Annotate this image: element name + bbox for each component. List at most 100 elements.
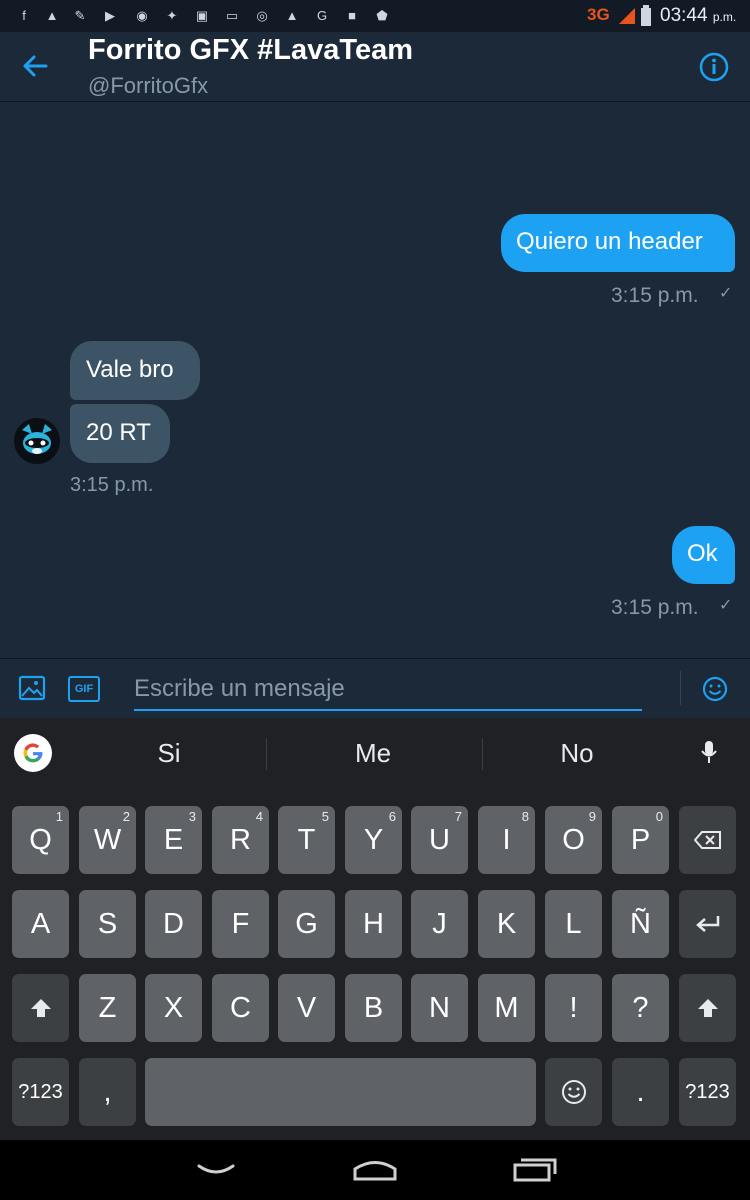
key-e[interactable]: E3	[145, 806, 202, 874]
backspace-key[interactable]	[679, 806, 736, 874]
key-z[interactable]: Z	[79, 974, 136, 1042]
avatar[interactable]	[14, 418, 60, 464]
key-hint: 3	[188, 809, 196, 824]
key-v[interactable]: V	[278, 974, 335, 1042]
key-s[interactable]: S	[79, 890, 136, 958]
key-i[interactable]: I8	[478, 806, 535, 874]
key-c[interactable]: C	[212, 974, 269, 1042]
recents-nav-icon[interactable]	[512, 1156, 558, 1182]
period-key[interactable]: .	[612, 1058, 669, 1126]
warning-icon: ▲	[45, 8, 59, 23]
suggestion-divider	[266, 738, 267, 770]
backspace-icon	[693, 831, 721, 849]
message-input[interactable]	[134, 669, 642, 711]
suggestion-item[interactable]: Me	[313, 738, 433, 769]
google-logo-icon[interactable]	[14, 734, 52, 772]
key-label: R	[230, 823, 251, 856]
key-hint: 7	[454, 809, 462, 824]
back-nav-icon[interactable]	[196, 1162, 236, 1178]
shift-key[interactable]	[12, 974, 69, 1042]
clock: 03:44 p.m.	[660, 5, 736, 27]
conversation-title: Forrito GFX #LavaTeam	[88, 34, 413, 66]
comma-key[interactable]: ,	[79, 1058, 136, 1126]
message-text: Quiero un header	[516, 228, 703, 255]
image-upload-icon[interactable]	[18, 675, 46, 701]
key-q[interactable]: Q1	[12, 806, 69, 874]
key-x[interactable]: X	[145, 974, 202, 1042]
key-exclamation[interactable]: !	[545, 974, 602, 1042]
key-hint: 8	[521, 809, 529, 824]
key-w[interactable]: W2	[79, 806, 136, 874]
conversation-handle: @ForritoGfx	[88, 73, 209, 98]
message-bubble-outgoing[interactable]: Quiero un header	[501, 214, 735, 272]
symbols-key[interactable]: ?123	[679, 1058, 736, 1126]
instagram-icon: ◎	[256, 8, 268, 23]
key-d[interactable]: D	[145, 890, 202, 958]
suggestion-item[interactable]: No	[517, 738, 637, 769]
emoji-icon[interactable]	[702, 676, 728, 702]
raccoon-avatar-icon	[22, 424, 52, 454]
key-label: O	[562, 823, 585, 856]
key-j[interactable]: J	[411, 890, 468, 958]
key-a[interactable]: A	[12, 890, 69, 958]
facebook-icon: f	[22, 8, 26, 23]
clock-time: 03:44	[660, 5, 708, 26]
key-l[interactable]: L	[545, 890, 602, 958]
gamepad-icon: ◉	[136, 8, 148, 23]
key-p[interactable]: P0	[612, 806, 669, 874]
info-icon[interactable]	[699, 52, 729, 82]
key-hint: 2	[122, 809, 130, 824]
shift-icon	[697, 999, 718, 1017]
key-k[interactable]: K	[478, 890, 535, 958]
suggestion-divider	[482, 738, 483, 770]
key-r[interactable]: R4	[212, 806, 269, 874]
message-text: Ok	[687, 540, 718, 567]
key-label: P	[630, 823, 651, 856]
message-text: Vale bro	[86, 356, 174, 383]
youtube-icon: ▶	[105, 8, 115, 23]
message-composer: GIF	[0, 658, 750, 719]
message-timestamp: 3:15 p.m.	[611, 596, 699, 619]
gif-button[interactable]: GIF	[68, 676, 100, 702]
key-b[interactable]: B	[345, 974, 402, 1042]
key-hint: 5	[321, 809, 329, 824]
sent-check-icon: ✓	[719, 285, 733, 302]
key-question[interactable]: ?	[612, 974, 669, 1042]
key-h[interactable]: H	[345, 890, 402, 958]
message-timestamp: 3:15 p.m.	[70, 474, 154, 496]
message-bubble-incoming[interactable]: 20 RT	[70, 404, 170, 463]
key-n[interactable]: N	[411, 974, 468, 1042]
message-bubble-outgoing[interactable]: Ok	[672, 526, 735, 584]
sent-check-icon: ✓	[719, 597, 733, 614]
microphone-icon[interactable]	[700, 740, 718, 766]
enter-key[interactable]	[679, 890, 736, 958]
key-u[interactable]: U7	[411, 806, 468, 874]
message-bubble-incoming[interactable]: Vale bro	[70, 341, 200, 400]
key-label: W	[93, 823, 122, 856]
key-g[interactable]: G	[278, 890, 335, 958]
message-text: 20 RT	[86, 419, 151, 446]
key-label: E	[163, 823, 184, 856]
lock-icon: ■	[348, 8, 356, 23]
network-indicator: 3G	[587, 5, 610, 24]
emoji-key[interactable]	[545, 1058, 602, 1126]
shift-key[interactable]	[679, 974, 736, 1042]
back-arrow-icon[interactable]	[22, 54, 48, 78]
enter-icon	[695, 916, 719, 932]
key-label: Y	[363, 823, 384, 856]
home-nav-icon[interactable]	[352, 1156, 398, 1182]
keyboard: Si Me No Q1 W2 E3 R4 T5 Y6 U7 I8 O9 P0 A…	[0, 718, 750, 1140]
key-n-tilde[interactable]: Ñ	[612, 890, 669, 958]
key-o[interactable]: O9	[545, 806, 602, 874]
symbols-key[interactable]: ?123	[12, 1058, 69, 1126]
key-hint: 1	[55, 809, 63, 824]
space-key[interactable]	[145, 1058, 536, 1126]
key-label: T	[297, 823, 316, 856]
key-m[interactable]: M	[478, 974, 535, 1042]
key-f[interactable]: F	[212, 890, 269, 958]
key-t[interactable]: T5	[278, 806, 335, 874]
battery-icon	[641, 5, 651, 26]
message-timestamp: 3:15 p.m.	[611, 284, 699, 307]
suggestion-item[interactable]: Si	[109, 738, 229, 769]
key-y[interactable]: Y6	[345, 806, 402, 874]
